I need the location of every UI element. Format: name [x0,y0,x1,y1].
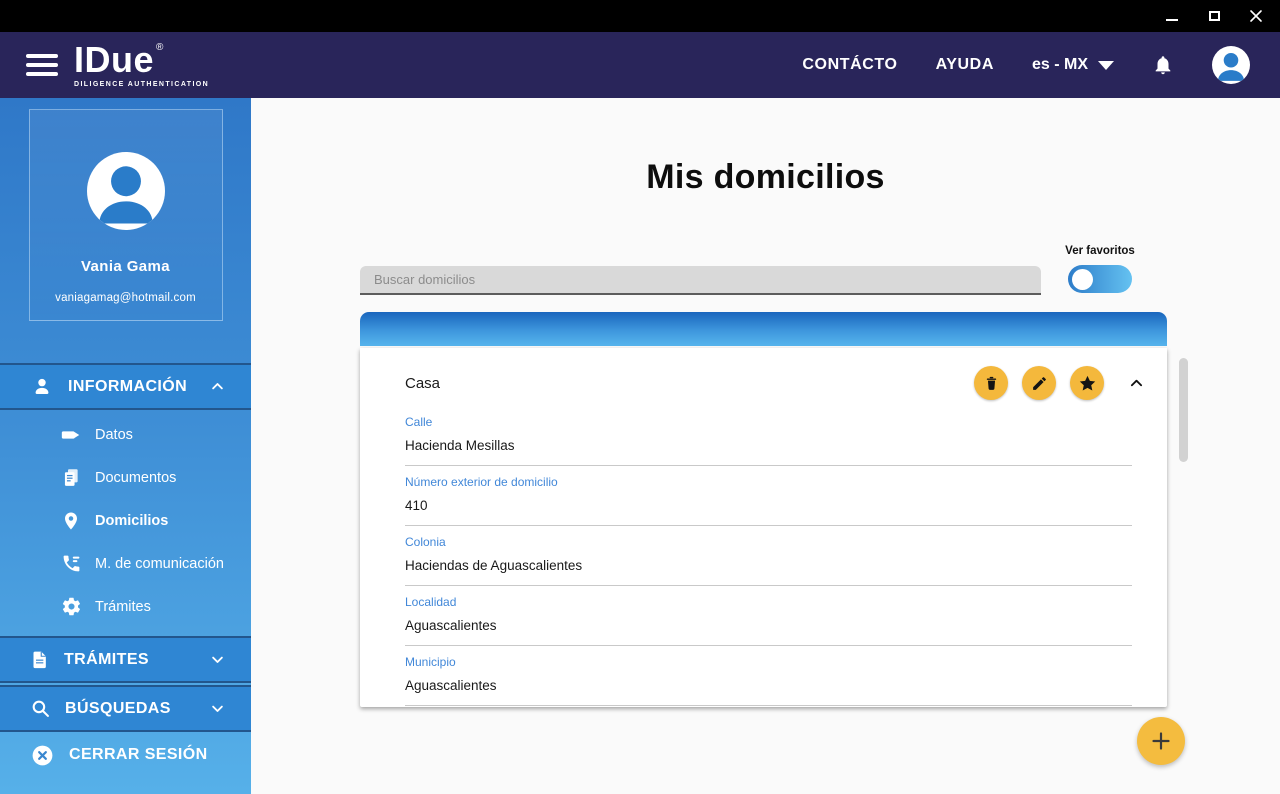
scrollbar[interactable] [1179,358,1188,462]
language-label: es - MX [1032,56,1088,74]
field-localidad: Localidad Aguascalientes [405,586,1132,646]
sidebar-informacion-items: Datos Documentos Domicilios [0,410,251,636]
add-address-button[interactable] [1137,717,1185,765]
address-card: Casa [360,348,1167,707]
tag-icon [60,424,82,446]
address-fields: Calle Hacienda Mesillas Número exterior … [360,400,1167,706]
search-input[interactable] [360,266,1041,295]
chevron-down-icon [210,701,225,716]
chevron-down-icon [210,652,225,667]
sidebar-section-busquedas[interactable]: BÚSQUEDAS [0,685,251,732]
favorite-address-button[interactable] [1070,366,1104,400]
notifications-button[interactable] [1152,54,1174,76]
brand-name: IDue [74,42,154,78]
app-logo: IDue ® DILIGENCE AUTHENTICATION [74,42,209,88]
address-card-header [360,312,1167,346]
sidebar-item-label: Datos [95,427,133,443]
delete-address-button[interactable] [974,366,1008,400]
nav-help[interactable]: AYUDA [936,56,994,74]
collapse-address-button[interactable] [1128,375,1145,392]
window-titlebar [0,0,1280,32]
maximize-button[interactable] [1206,8,1222,24]
file-icon [30,650,50,670]
favorites-toggle[interactable] [1068,265,1132,293]
section-label: TRÁMITES [64,651,149,669]
profile-email: vaniagamag@hotmail.com [55,292,196,304]
pencil-icon [1031,375,1048,392]
field-label: Número exterior de domicilio [405,475,1132,489]
chevron-down-icon [1098,61,1114,70]
search-icon [30,698,51,719]
sidebar-item-tramites[interactable]: Trámites [0,585,251,628]
minimize-button[interactable] [1164,8,1180,24]
sidebar-item-domicilios[interactable]: Domicilios [0,499,251,542]
bell-icon [1152,54,1174,76]
field-calle: Calle Hacienda Mesillas [405,406,1132,466]
toggle-knob [1072,269,1093,290]
field-label: Colonia [405,535,1132,549]
logout-label: CERRAR SESIÓN [69,746,208,764]
maximize-icon [1209,11,1220,21]
sidebar-item-label: Domicilios [95,513,168,529]
documents-icon [60,467,82,488]
favorites-toggle-label: Ver favoritos [1056,245,1144,257]
field-label: Localidad [405,595,1132,609]
menu-icon[interactable] [26,54,58,76]
sidebar-section-informacion[interactable]: INFORMACIÓN [0,363,251,410]
field-colonia: Colonia Haciendas de Aguascalientes [405,526,1132,586]
sidebar-item-m-de-comunicacion[interactable]: M. de comunicación [0,542,251,585]
profile-avatar [87,152,165,230]
section-label: BÚSQUEDAS [65,700,171,718]
language-selector[interactable]: es - MX [1032,56,1114,74]
sidebar-item-datos[interactable]: Datos [0,413,251,456]
field-label: Municipio [405,655,1132,669]
brand-tagline: DILIGENCE AUTHENTICATION [74,81,209,88]
nav-contact[interactable]: CONTÁCTO [802,56,897,74]
star-icon [1078,374,1097,393]
sidebar-item-documentos[interactable]: Documentos [0,456,251,499]
field-label: Calle [405,415,1132,429]
field-value: Aguascalientes [405,678,1132,693]
profile-name: Vania Gama [81,258,170,275]
sidebar-section-tramites[interactable]: TRÁMITES [0,636,251,683]
section-label: INFORMACIÓN [68,378,187,396]
chevron-up-icon [1128,375,1145,392]
close-button[interactable] [1248,8,1264,24]
gear-icon [60,596,82,617]
close-circle-icon [30,743,55,768]
trash-icon [983,375,1000,392]
profile-card: Vania Gama vaniagamag@hotmail.com [29,109,223,321]
plus-icon [1149,729,1173,753]
user-avatar[interactable] [1212,46,1250,84]
person-icon [1212,46,1250,84]
field-numero-exterior: Número exterior de domicilio 410 [405,466,1132,526]
field-value: Hacienda Mesillas [405,438,1132,453]
sidebar-item-label: Documentos [95,470,176,486]
sidebar-item-label: Trámites [95,599,151,615]
sidebar-item-cerrar-sesion[interactable]: CERRAR SESIÓN [0,733,251,777]
field-value: 410 [405,498,1132,513]
registered-mark: ® [156,43,163,53]
sidebar-item-label: M. de comunicación [95,556,224,572]
person-icon [30,375,54,399]
field-municipio: Municipio Aguascalientes [405,646,1132,706]
address-name: Casa [405,375,440,392]
app-header: IDue ® DILIGENCE AUTHENTICATION CONTÁCTO… [0,32,1280,98]
person-icon [87,152,165,230]
phone-icon [60,553,82,574]
field-value: Haciendas de Aguascalientes [405,558,1132,573]
minimize-icon [1166,19,1178,21]
field-value: Aguascalientes [405,618,1132,633]
edit-address-button[interactable] [1022,366,1056,400]
map-pin-icon [60,511,82,531]
chevron-up-icon [210,379,225,394]
sidebar: Vania Gama vaniagamag@hotmail.com INFORM… [0,98,251,794]
main-content: Mis domicilios Ver favoritos Casa [251,98,1280,794]
close-icon [1249,9,1263,23]
page-title: Mis domicilios [251,158,1280,197]
